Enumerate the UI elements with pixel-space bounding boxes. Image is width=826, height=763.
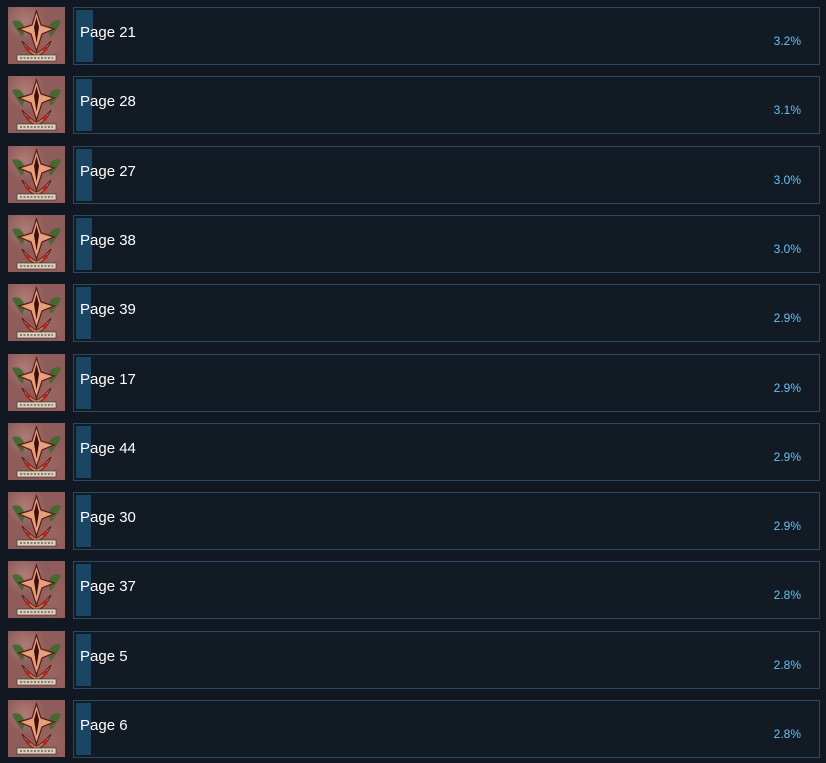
achievement-row: Page 6 2.8% — [0, 700, 826, 758]
achievement-percent: 2.8% — [773, 588, 801, 603]
achievement-percent: 2.8% — [773, 727, 801, 741]
progress-bar: Page 44 2.9% — [73, 422, 820, 481]
progress-bar: Page 6 2.8% — [73, 700, 820, 758]
achievement-row: Page 21 3.2% — [0, 7, 826, 65]
achievement-row: Page 44 2.9% — [0, 422, 826, 481]
achievement-row: Page 17 2.9% — [0, 353, 826, 412]
achievement-row: Page 5 2.8% — [0, 630, 826, 689]
achievement-title: Page 6 — [80, 717, 128, 734]
demon-crest-icon — [8, 353, 65, 411]
achievement-row: Page 39 2.9% — [0, 284, 826, 343]
progress-bar: Page 5 2.8% — [73, 630, 820, 689]
achievement-title: Page 38 — [80, 231, 136, 249]
achievement-row: Page 27 3.0% — [0, 145, 826, 204]
achievement-title: Page 39 — [80, 301, 136, 319]
achievement-title: Page 28 — [80, 93, 136, 111]
achievement-percent: 2.8% — [773, 657, 801, 672]
progress-bar: Page 17 2.9% — [73, 353, 820, 412]
demon-crest-icon — [8, 422, 65, 480]
achievement-percent: 2.9% — [773, 380, 801, 395]
achievement-list: Page 21 3.2% Page 28 3.1% Page 27 3.0% P… — [0, 0, 826, 763]
demon-crest-icon — [8, 561, 65, 619]
demon-crest-icon — [8, 492, 65, 550]
achievement-row: Page 30 2.9% — [0, 492, 826, 551]
achievement-percent: 3.0% — [773, 172, 801, 187]
achievement-percent: 2.9% — [773, 519, 801, 534]
achievement-percent: 2.9% — [773, 311, 801, 326]
achievement-title: Page 44 — [80, 439, 136, 457]
demon-crest-icon — [8, 7, 65, 64]
demon-crest-icon — [8, 284, 65, 342]
achievement-row: Page 37 2.8% — [0, 561, 826, 620]
progress-bar: Page 30 2.9% — [73, 492, 820, 551]
achievement-row: Page 38 3.0% — [0, 214, 826, 273]
progress-bar: Page 39 2.9% — [73, 284, 820, 343]
achievement-title: Page 27 — [80, 162, 136, 180]
achievement-percent: 3.2% — [773, 34, 801, 48]
progress-bar: Page 38 3.0% — [73, 214, 820, 273]
achievement-title: Page 21 — [80, 24, 136, 41]
progress-bar: Page 21 3.2% — [73, 7, 820, 65]
achievement-title: Page 17 — [80, 370, 136, 388]
achievement-title: Page 37 — [80, 578, 136, 596]
achievement-title: Page 5 — [80, 647, 128, 665]
achievement-percent: 3.0% — [773, 241, 801, 256]
demon-crest-icon — [8, 76, 65, 134]
achievement-percent: 2.9% — [773, 449, 801, 464]
achievement-title: Page 30 — [80, 509, 136, 527]
progress-bar: Page 27 3.0% — [73, 145, 820, 204]
achievement-row: Page 28 3.1% — [0, 76, 826, 135]
achievement-percent: 3.1% — [773, 103, 801, 118]
demon-crest-icon — [8, 630, 65, 688]
demon-crest-icon — [8, 700, 65, 757]
progress-bar: Page 37 2.8% — [73, 561, 820, 620]
progress-bar: Page 28 3.1% — [73, 76, 820, 135]
demon-crest-icon — [8, 214, 65, 272]
demon-crest-icon — [8, 145, 65, 203]
